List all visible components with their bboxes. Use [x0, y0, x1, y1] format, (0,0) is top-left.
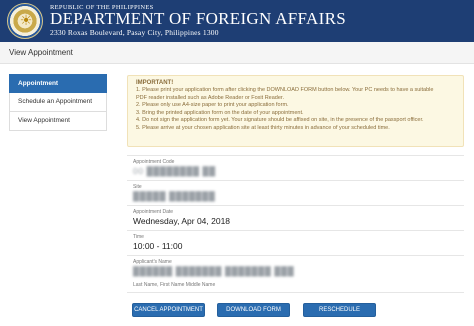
field-site: Site █████ ███████: [127, 180, 464, 205]
site-label: Site: [133, 184, 142, 190]
site-value: █████ ███████: [133, 191, 216, 201]
applicant-name-label: Applicant's Name: [133, 259, 172, 265]
sidebar-item-appointment[interactable]: Appointment: [9, 74, 107, 93]
header-title: DEPARTMENT OF FOREIGN AFFAIRS: [50, 9, 346, 28]
notice-heading: IMPORTANT!: [136, 80, 174, 86]
important-notice: IMPORTANT! 1. Please print your applicat…: [127, 75, 464, 147]
reschedule-button[interactable]: RESCHEDULE: [303, 303, 376, 317]
appointment-code-value: 00 ████████ ██: [133, 166, 216, 176]
applicant-name-format-note: Last Name, First Name Middle Name: [133, 282, 216, 288]
field-appointment-code: Appointment Code 00 ████████ ██: [127, 155, 464, 180]
time-label: Time: [133, 234, 144, 240]
seal-sun-icon: ☀: [19, 13, 33, 29]
notice-line: 3. Bring the printed application form on…: [136, 109, 304, 116]
dfa-seal-icon: ☀: [7, 3, 43, 39]
notice-line: 2. Please only use A4-size paper to prin…: [136, 102, 289, 109]
field-applicant-name: Applicant's Name ██████ ███████ ███████ …: [127, 255, 464, 293]
field-time: Time 10:00 - 11:00: [127, 230, 464, 255]
appointment-date-value: Wednesday, Apr 04, 2018: [133, 216, 231, 226]
notice-line: PDF reader installed such as Adobe Reade…: [136, 94, 284, 101]
header-address: 2330 Roxas Boulevard, Pasay City, Philip…: [50, 28, 219, 37]
notice-line: 5. Please arrive at your chosen applicat…: [136, 124, 390, 131]
sidebar: Appointment Schedule an Appointment View…: [9, 74, 107, 131]
page-title-bar: View Appointment: [0, 42, 474, 64]
notice-line: 1. Please print your application form af…: [136, 87, 434, 93]
notice-line: 4. Do not sign the application form yet.…: [136, 117, 424, 124]
appointment-date-label: Appointment Date: [133, 209, 174, 215]
sidebar-item-view[interactable]: View Appointment: [9, 112, 107, 131]
applicant-name-value: ██████ ███████ ███████ ███: [133, 266, 295, 276]
sidebar-item-schedule[interactable]: Schedule an Appointment: [9, 93, 107, 112]
appointment-details: Appointment Code 00 ████████ ██ Site ███…: [127, 155, 464, 293]
page-title: View Appointment: [9, 48, 73, 57]
download-form-button[interactable]: DOWNLOAD FORM: [217, 303, 290, 317]
time-value: 10:00 - 11:00: [133, 241, 183, 251]
site-header: ☀ REPUBLIC OF THE PHILIPPINES DEPARTMENT…: [0, 0, 474, 42]
field-appointment-date: Appointment Date Wednesday, Apr 04, 2018: [127, 205, 464, 230]
cancel-appointment-button[interactable]: CANCEL APPOINTMENT: [132, 303, 205, 317]
appointment-code-label: Appointment Code: [133, 159, 175, 165]
action-buttons: CANCEL APPOINTMENT DOWNLOAD FORM RESCHED…: [0, 303, 474, 319]
